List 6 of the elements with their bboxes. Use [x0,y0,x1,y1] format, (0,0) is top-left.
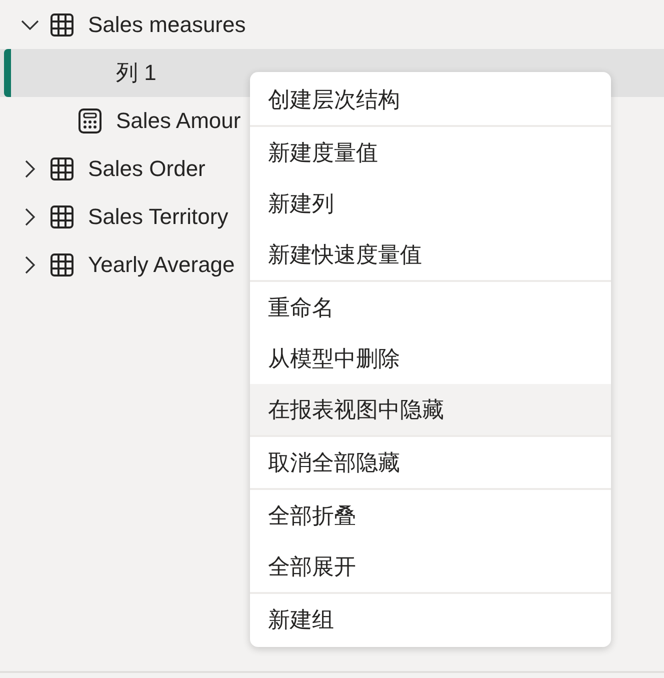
tree-item-label: Sales measures [88,12,246,38]
tree-item-label: Yearly Average [88,252,235,278]
tree-item-label: Sales Amour [116,108,241,134]
tree-item-label: Sales Territory [88,204,228,230]
tree-item-label: Sales Order [88,156,206,182]
tree-item-label: 列 1 [116,59,156,87]
